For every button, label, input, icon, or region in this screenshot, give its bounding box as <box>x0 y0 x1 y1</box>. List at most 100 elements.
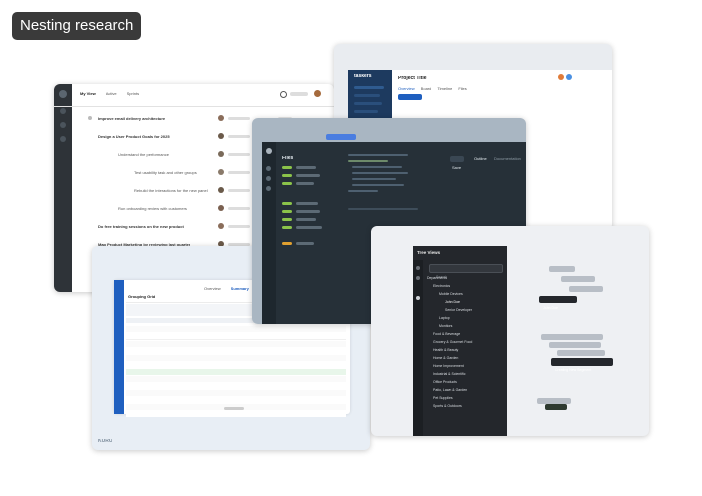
tab-timeline[interactable]: Timeline <box>437 86 452 91</box>
editor-rail <box>262 142 276 324</box>
tree-item[interactable]: Pet Supplies <box>427 396 505 401</box>
drag-node[interactable] <box>549 266 575 272</box>
table-row[interactable] <box>126 376 346 382</box>
avatar <box>218 115 224 121</box>
table-row[interactable] <box>126 369 346 375</box>
tree-item[interactable]: Mobile Devices <box>427 292 505 297</box>
tree-root[interactable]: Departments <box>427 276 505 281</box>
file-item[interactable] <box>296 174 320 177</box>
tree-item[interactable]: John Doe <box>427 300 505 305</box>
drag-node[interactable] <box>569 286 603 292</box>
file-tag <box>282 226 292 229</box>
home-icon[interactable] <box>60 108 66 114</box>
tree-item[interactable]: Home & Garden <box>427 356 505 361</box>
sidebar <box>54 84 72 292</box>
tree-item[interactable]: Sports & Outdoors <box>427 404 505 409</box>
sidebar-item[interactable] <box>354 102 382 105</box>
drag-node[interactable] <box>557 350 605 356</box>
file-tag <box>282 202 292 205</box>
tree-item[interactable]: Food & Beverage <box>427 332 505 337</box>
tab-overview[interactable]: Overview <box>398 86 415 91</box>
avatar <box>218 169 224 175</box>
file-item[interactable] <box>296 202 318 205</box>
tree-item[interactable]: Electronics <box>427 284 505 289</box>
task-title: Design a User Product Goals for 2025 <box>98 134 170 139</box>
drag-node[interactable] <box>549 342 601 348</box>
sidebar-item[interactable] <box>354 94 380 97</box>
tab-files[interactable]: Files <box>458 86 466 91</box>
sidebar-item[interactable] <box>354 86 384 89</box>
home-icon[interactable] <box>266 148 272 154</box>
create-button[interactable] <box>326 134 356 140</box>
list-icon[interactable] <box>60 122 66 128</box>
table-row[interactable] <box>126 362 346 368</box>
tab-active[interactable]: Active <box>106 91 117 96</box>
avatar[interactable] <box>566 74 572 80</box>
tree-item[interactable]: Patio, Lawn & Garden <box>427 388 505 393</box>
file-item[interactable] <box>296 166 316 169</box>
table-row[interactable] <box>126 411 346 417</box>
table-row[interactable] <box>126 390 346 396</box>
tab-sprints[interactable]: Sprints <box>127 91 139 96</box>
tree-item[interactable]: Laptop <box>427 316 505 321</box>
tree-icon[interactable] <box>416 296 420 300</box>
tab-my-view[interactable]: My View <box>80 91 96 96</box>
calendar-icon[interactable] <box>60 136 66 142</box>
avatar[interactable] <box>314 90 321 97</box>
drag-node[interactable] <box>541 334 603 340</box>
panel-title: Tree Views <box>417 250 441 255</box>
tree-item[interactable]: Senior Developer <box>427 308 505 313</box>
tab-documentation[interactable]: Documentation <box>494 156 521 161</box>
dragged-item[interactable]: John Doe <box>539 296 577 310</box>
grid-icon[interactable] <box>416 266 420 270</box>
assignee-label <box>228 135 250 138</box>
drag-node[interactable] <box>561 276 595 282</box>
search-icon[interactable] <box>266 176 271 181</box>
tree-item[interactable]: Office Products <box>427 380 505 385</box>
file-item[interactable] <box>296 242 314 245</box>
table-row[interactable] <box>126 397 346 403</box>
sidebar-item[interactable] <box>354 110 378 113</box>
task-title: Rebuild the interactions for the new pan… <box>134 188 208 193</box>
table-icon[interactable] <box>416 276 420 280</box>
git-icon[interactable] <box>266 186 271 191</box>
new-segment-item[interactable]: Creating New Segment <box>551 358 613 372</box>
file-item[interactable] <box>296 182 314 185</box>
tab-overview[interactable]: Overview <box>204 286 221 291</box>
pagination[interactable] <box>224 407 244 410</box>
assignee-label <box>228 225 250 228</box>
table-row[interactable] <box>126 348 346 354</box>
tree-item[interactable]: Grocery & Gourmet Food <box>427 340 505 345</box>
tree-item[interactable]: Monitors <box>427 324 505 329</box>
search-icon[interactable] <box>280 91 287 98</box>
tab-board[interactable]: Board <box>421 86 432 91</box>
drop-target[interactable] <box>545 404 567 410</box>
assignee-label <box>228 171 250 174</box>
tree-item[interactable]: Home Improvement <box>427 364 505 369</box>
code-line <box>352 184 404 186</box>
add-task-button[interactable]: Add task <box>398 94 422 108</box>
task-title: Test usability task and other groups <box>134 170 197 175</box>
tab-summary[interactable]: Summary <box>231 286 249 291</box>
table-row[interactable] <box>126 383 346 389</box>
tree-item[interactable]: Industrial & Scientific <box>427 372 505 377</box>
dragged-label: John Doe <box>543 306 558 310</box>
file-item[interactable] <box>296 226 322 229</box>
assignee-label <box>228 117 250 120</box>
button-label: Add task <box>400 103 416 108</box>
save-button[interactable]: Save <box>450 156 464 170</box>
table-row[interactable] <box>126 341 346 347</box>
file-item[interactable] <box>296 218 316 221</box>
avatar[interactable] <box>558 74 564 80</box>
avatar <box>218 133 224 139</box>
table-row[interactable] <box>126 326 346 332</box>
file-item[interactable] <box>296 210 320 213</box>
tree-item[interactable]: Health & Beauty <box>427 348 505 353</box>
tab-outline[interactable]: Outline <box>474 156 487 161</box>
file-icon[interactable] <box>266 166 271 171</box>
table-row[interactable] <box>126 355 346 361</box>
filter-button[interactable] <box>290 92 308 96</box>
search-input[interactable]: Search <box>429 264 503 279</box>
table-row[interactable] <box>126 333 346 340</box>
card-tree-views[interactable]: Tree Views Search Departments Electronic… <box>371 226 649 436</box>
